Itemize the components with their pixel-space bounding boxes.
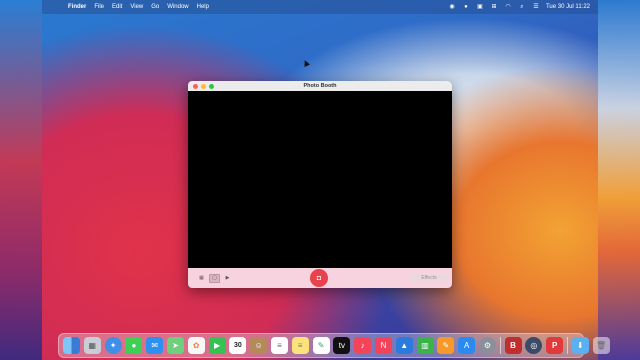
mail-icon[interactable]: ✉: [146, 337, 164, 354]
downloads-folder-icon[interactable]: ⬇: [571, 337, 589, 354]
trash-icon[interactable]: 🗑: [592, 337, 610, 354]
photos-icon[interactable]: ✿: [187, 337, 205, 354]
camera-preview: [188, 91, 452, 268]
pages-icon[interactable]: ✎: [437, 337, 455, 354]
parallels-icon[interactable]: P: [546, 337, 564, 354]
video-mode-icon[interactable]: ▶: [223, 275, 232, 282]
apple-tv-icon[interactable]: tv: [333, 337, 351, 354]
news-icon[interactable]: N: [374, 337, 392, 354]
bartender-status-icon[interactable]: ⊞: [490, 4, 498, 11]
dock: ▦ ✦ ● ✉ ➤ ✿ ▶ 30 ☺ ≡ ≡ ✎ tv ♪ N ▲ ▥ ✎ A …: [58, 333, 610, 358]
quicktime-icon[interactable]: ◎: [525, 337, 543, 354]
clock[interactable]: Tue 30 Jul 11:22: [546, 4, 590, 10]
record-status-icon[interactable]: ●: [462, 4, 470, 11]
control-center-icon[interactable]: ☰: [532, 4, 540, 11]
bbedit-icon[interactable]: B: [504, 337, 522, 354]
app-store-icon[interactable]: A: [458, 337, 476, 354]
finder-icon[interactable]: [63, 337, 80, 354]
effects-button[interactable]: Effects: [410, 274, 448, 282]
photo-booth-toolbar: ▦ ▢ ▶ ◘ Effects: [188, 268, 452, 288]
camera-icon: ◘: [316, 274, 322, 282]
notes-icon[interactable]: ≡: [291, 337, 309, 354]
menu-app-finder[interactable]: Finder: [68, 4, 86, 10]
launchpad-icon[interactable]: ▦: [83, 337, 101, 354]
camera-status-icon[interactable]: ◉: [448, 4, 456, 11]
blurred-edge-right: [598, 0, 640, 360]
menu-help[interactable]: Help: [197, 4, 209, 10]
music-icon[interactable]: ♪: [354, 337, 372, 354]
numbers-icon[interactable]: ▥: [416, 337, 434, 354]
contacts-icon[interactable]: ☺: [250, 337, 268, 354]
menu-view[interactable]: View: [130, 4, 143, 10]
menu-window[interactable]: Window: [167, 4, 188, 10]
reminders-icon[interactable]: ≡: [270, 337, 288, 354]
messages-icon[interactable]: ●: [125, 337, 143, 354]
freeform-icon[interactable]: ✎: [312, 337, 330, 354]
search-icon[interactable]: ⌕: [518, 4, 526, 11]
facetime-icon[interactable]: ▶: [208, 337, 226, 354]
keynote-icon[interactable]: ▲: [395, 337, 413, 354]
dock-separator: [499, 337, 501, 354]
wifi-icon[interactable]: ◠: [504, 4, 512, 11]
single-photo-mode-icon[interactable]: ▢: [209, 273, 220, 283]
photo-booth-window: Photo Booth ▦ ▢ ▶ ◘ Effects: [188, 81, 452, 288]
menu-file[interactable]: File: [94, 4, 104, 10]
screen-status-icon[interactable]: ▣: [476, 4, 484, 11]
window-title: Photo Booth: [303, 83, 337, 89]
menu-go[interactable]: Go: [151, 4, 159, 10]
system-preferences-icon[interactable]: ⚙: [478, 337, 496, 354]
window-titlebar[interactable]: Photo Booth: [188, 81, 452, 91]
calendar-icon[interactable]: 30: [229, 337, 247, 354]
menu-bar: Finder File Edit View Go Window Help ◉ ●…: [42, 0, 598, 14]
menu-edit[interactable]: Edit: [112, 4, 122, 10]
take-photo-button[interactable]: ◘: [310, 269, 328, 287]
safari-icon[interactable]: ✦: [104, 337, 122, 354]
maps-icon[interactable]: ➤: [166, 337, 184, 354]
grid-mode-icon[interactable]: ▦: [197, 275, 206, 282]
dock-separator-2: [566, 337, 568, 354]
blurred-edge-left: [0, 0, 42, 360]
status-area: ◉ ● ▣ ⊞ ◠ ⌕ ☰ Tue 30 Jul 11:22: [448, 4, 590, 11]
